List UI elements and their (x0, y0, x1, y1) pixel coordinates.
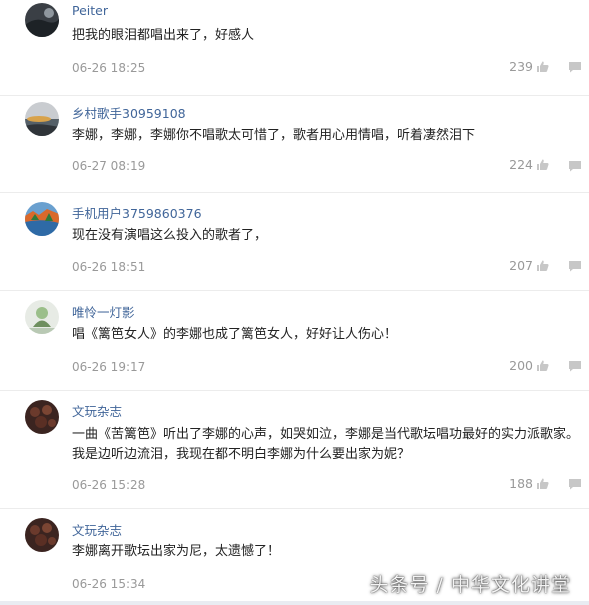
comment-text: 一曲《苦篱笆》听出了李娜的心声，如哭如泣，李娜是当代歌坛唱功最好的实力派歌家。我… (72, 427, 580, 462)
like-button[interactable]: 239 (509, 59, 549, 74)
comment-username[interactable]: Peiter (72, 3, 108, 18)
reply-icon[interactable] (568, 160, 582, 172)
like-button[interactable]: 224 (509, 157, 549, 172)
avatar[interactable] (25, 400, 59, 434)
reply-icon[interactable] (568, 478, 582, 490)
comment-time: 06-26 15:28 (72, 478, 146, 492)
comment-username[interactable]: 乡村歌手30959108 (72, 103, 186, 122)
thumbs-up-icon (536, 260, 549, 272)
comment-text: 把我的眼泪都唱出来了，好感人 (72, 28, 255, 43)
avatar[interactable] (25, 102, 59, 136)
comment-item: 手机用户3759860376 现在没有演唱这么投入的歌者了， 06-26 18:… (0, 192, 589, 291)
avatar[interactable] (25, 518, 59, 552)
comment-item: 乡村歌手30959108 李娜，李娜，李娜你不唱歌太可惜了，歌者用心用情唱，听着… (0, 95, 589, 193)
like-count: 224 (509, 157, 533, 172)
comment-time: 06-26 18:25 (72, 61, 146, 75)
comment-username[interactable]: 手机用户3759860376 (72, 203, 202, 222)
thumbs-up-icon (536, 360, 549, 372)
comment-list-page: Peiter 把我的眼泪都唱出来了，好感人 06-26 18:25 239 乡村… (0, 0, 589, 605)
like-count: 239 (509, 59, 533, 74)
watermark: 头条号 / 中华文化讲堂 (369, 574, 571, 596)
avatar[interactable] (25, 202, 59, 236)
like-count: 188 (509, 476, 533, 491)
comment-item: 唯怜一灯影 唱《篱笆女人》的李娜也成了篱笆女人，好好让人伤心！ 06-26 19… (0, 290, 589, 391)
bottom-divider (0, 601, 589, 605)
comment-text: 李娜离开歌坛出家为尼，太遗憾了！ (72, 544, 281, 559)
comment-time: 06-27 08:19 (72, 159, 146, 173)
reply-icon[interactable] (568, 360, 582, 372)
comment-item: Peiter 把我的眼泪都唱出来了，好感人 06-26 18:25 239 (0, 0, 589, 96)
comment-time: 06-26 18:51 (72, 260, 146, 274)
comment-text: 唱《篱笆女人》的李娜也成了篱笆女人，好好让人伤心！ (72, 327, 398, 342)
avatar[interactable] (25, 300, 59, 334)
like-button[interactable]: 200 (509, 358, 549, 373)
comment-username[interactable]: 文玩杂志 (72, 520, 122, 539)
thumbs-up-icon (536, 159, 549, 171)
thumbs-up-icon (536, 61, 549, 73)
comment-username[interactable]: 文玩杂志 (72, 401, 122, 420)
like-button[interactable]: 188 (509, 476, 549, 491)
reply-icon[interactable] (568, 61, 582, 73)
like-button[interactable]: 207 (509, 258, 549, 273)
like-count: 207 (509, 258, 533, 273)
thumbs-up-icon (536, 478, 549, 490)
like-count: 200 (509, 358, 533, 373)
comment-username[interactable]: 唯怜一灯影 (72, 302, 135, 321)
comment-text: 李娜，李娜，李娜你不唱歌太可惜了，歌者用心用情唱，听着凄然泪下 (72, 128, 476, 143)
comment-text: 现在没有演唱这么投入的歌者了， (72, 228, 268, 243)
avatar[interactable] (25, 3, 59, 37)
comment-time: 06-26 19:17 (72, 360, 146, 374)
comment-item: 文玩杂志 一曲《苦篱笆》听出了李娜的心声，如哭如泣，李娜是当代歌坛唱功最好的实力… (0, 390, 589, 509)
comment-time: 06-26 15:34 (72, 577, 146, 591)
reply-icon[interactable] (568, 260, 582, 272)
